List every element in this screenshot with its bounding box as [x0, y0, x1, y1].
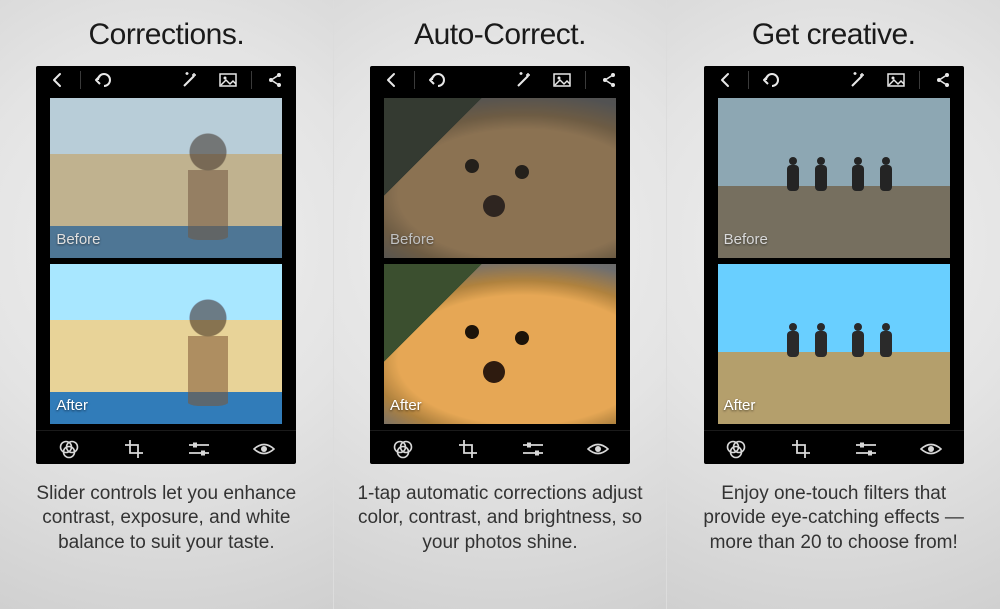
app-toolbar [704, 66, 964, 94]
share-icon[interactable] [260, 66, 290, 94]
image-icon[interactable] [547, 66, 577, 94]
photo-area: Before After [36, 94, 296, 430]
image-icon[interactable] [881, 66, 911, 94]
share-icon[interactable] [594, 66, 624, 94]
undo-icon[interactable] [89, 66, 119, 94]
toolbar-divider [748, 71, 749, 89]
after-label: After [50, 395, 94, 416]
app-bottombar [704, 430, 964, 467]
caption: Slider controls let you enhance contrast… [0, 482, 333, 555]
after-photo[interactable]: After [718, 264, 950, 424]
toolbar-divider [80, 71, 81, 89]
photo-area: Before After [704, 94, 964, 430]
caption: Enjoy one-touch filters that provide eye… [667, 482, 1000, 555]
filters-icon[interactable] [712, 431, 760, 467]
headline: Get creative. [752, 18, 916, 52]
promo-panel-corrections: Corrections. [0, 0, 333, 609]
phone-mock: Before After [704, 66, 964, 464]
magic-wand-icon[interactable] [175, 66, 205, 94]
before-photo[interactable]: Before [50, 98, 282, 258]
app-toolbar [370, 66, 630, 94]
crop-icon[interactable] [444, 431, 492, 467]
redeye-icon[interactable] [907, 431, 955, 467]
phone-mock: Before After [370, 66, 630, 464]
headline: Auto-Correct. [414, 18, 586, 52]
toolbar-divider [251, 71, 252, 89]
sliders-icon[interactable] [175, 431, 223, 467]
photo-area: Before After [370, 94, 630, 430]
caption: 1-tap automatic corrections adjust color… [334, 482, 667, 555]
sliders-icon[interactable] [842, 431, 890, 467]
undo-icon[interactable] [423, 66, 453, 94]
app-bottombar [370, 430, 630, 467]
after-photo[interactable]: After [50, 264, 282, 424]
filters-icon[interactable] [45, 431, 93, 467]
headline: Corrections. [88, 18, 244, 52]
after-label: After [718, 395, 762, 416]
before-label: Before [718, 229, 774, 250]
back-icon[interactable] [376, 66, 406, 94]
toolbar-divider [414, 71, 415, 89]
crop-icon[interactable] [110, 431, 158, 467]
redeye-icon[interactable] [240, 431, 288, 467]
magic-wand-icon[interactable] [509, 66, 539, 94]
app-bottombar [36, 430, 296, 467]
phone-mock: Before After [36, 66, 296, 464]
before-label: Before [384, 229, 440, 250]
app-toolbar [36, 66, 296, 94]
promo-panel-creative: Get creative. [667, 0, 1000, 609]
undo-icon[interactable] [757, 66, 787, 94]
after-photo[interactable]: After [384, 264, 616, 424]
back-icon[interactable] [42, 66, 72, 94]
share-icon[interactable] [928, 66, 958, 94]
toolbar-divider [585, 71, 586, 89]
promo-panel-autocorrect: Auto-Correct. [334, 0, 667, 609]
sliders-icon[interactable] [509, 431, 557, 467]
before-photo[interactable]: Before [718, 98, 950, 258]
redeye-icon[interactable] [574, 431, 622, 467]
before-label: Before [50, 229, 106, 250]
after-label: After [384, 395, 428, 416]
back-icon[interactable] [710, 66, 740, 94]
crop-icon[interactable] [777, 431, 825, 467]
magic-wand-icon[interactable] [843, 66, 873, 94]
toolbar-divider [919, 71, 920, 89]
filters-icon[interactable] [379, 431, 427, 467]
before-photo[interactable]: Before [384, 98, 616, 258]
image-icon[interactable] [213, 66, 243, 94]
